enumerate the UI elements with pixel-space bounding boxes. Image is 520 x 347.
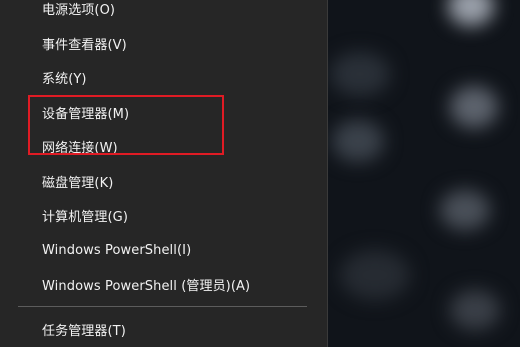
blurred-light-spot bbox=[448, 0, 494, 26]
menu-separator bbox=[18, 306, 307, 307]
menu-item-disk-management[interactable]: 磁盘管理(K) bbox=[0, 164, 326, 198]
winx-context-menu: 电源选项(O) 事件查看器(V) 系统(Y) 设备管理器(M) 网络连接(W) … bbox=[0, 0, 328, 347]
menu-item-label: Windows PowerShell (管理员)(A) bbox=[42, 278, 251, 294]
menu-item-computer-management[interactable]: 计算机管理(G) bbox=[0, 198, 326, 232]
menu-item-power-options[interactable]: 电源选项(O) bbox=[0, 0, 326, 25]
menu-item-system[interactable]: 系统(Y) bbox=[0, 60, 326, 94]
blurred-light-spot bbox=[450, 86, 498, 128]
blurred-dark-spot bbox=[340, 250, 410, 300]
menu-item-task-manager[interactable]: 任务管理器(T) bbox=[0, 312, 326, 346]
screen: 电源选项(O) 事件查看器(V) 系统(Y) 设备管理器(M) 网络连接(W) … bbox=[0, 0, 520, 347]
menu-item-label: 计算机管理(G) bbox=[42, 209, 129, 225]
menu-item-label: 电源选项(O) bbox=[42, 2, 116, 18]
menu-item-label: 任务管理器(T) bbox=[42, 323, 126, 339]
blurred-dark-spot bbox=[332, 120, 384, 162]
menu-item-label: Windows PowerShell(I) bbox=[42, 242, 192, 258]
menu-item-windows-powershell-admin[interactable]: Windows PowerShell (管理员)(A) bbox=[0, 267, 326, 301]
menu-item-label: 系统(Y) bbox=[42, 71, 87, 87]
menu-item-windows-powershell[interactable]: Windows PowerShell(I) bbox=[0, 233, 326, 267]
blurred-light-spot bbox=[450, 290, 500, 330]
blurred-desktop-background bbox=[300, 0, 520, 347]
menu-item-label: 事件查看器(V) bbox=[42, 37, 127, 53]
blurred-light-spot bbox=[440, 190, 490, 230]
menu-item-label: 磁盘管理(K) bbox=[42, 175, 114, 191]
menu-item-event-viewer[interactable]: 事件查看器(V) bbox=[0, 26, 326, 60]
annotation-highlight-box bbox=[28, 95, 224, 155]
blurred-dark-spot bbox=[330, 52, 390, 96]
